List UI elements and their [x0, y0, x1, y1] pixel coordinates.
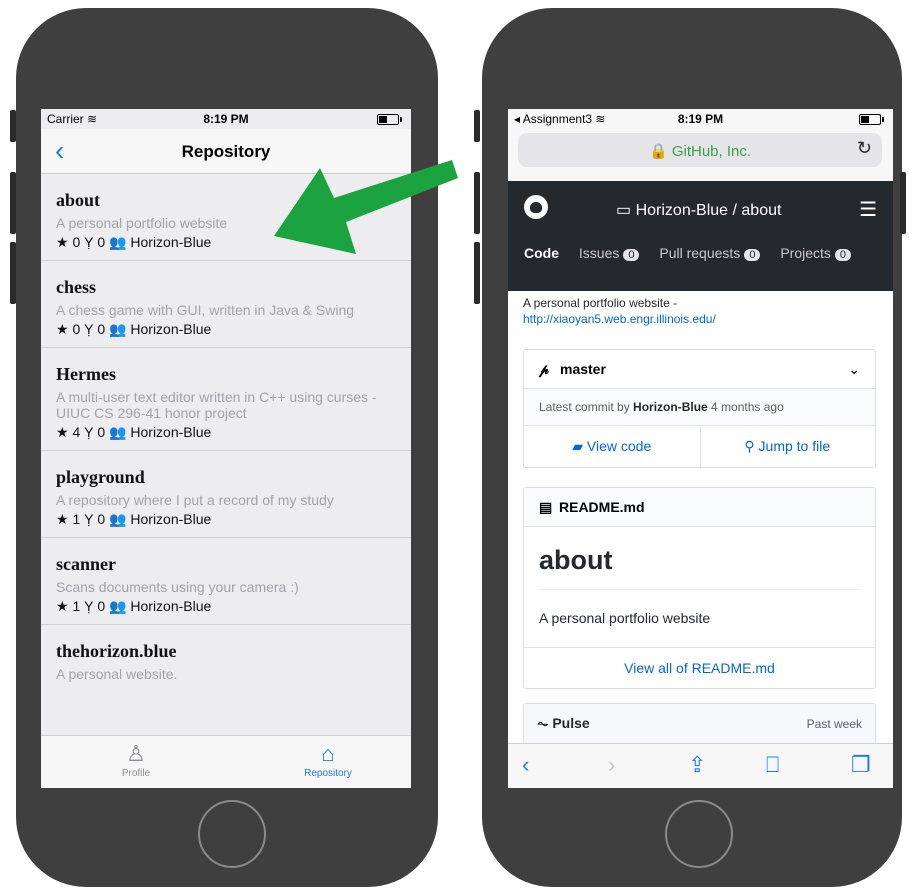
annotation-arrow-icon	[274, 160, 458, 254]
